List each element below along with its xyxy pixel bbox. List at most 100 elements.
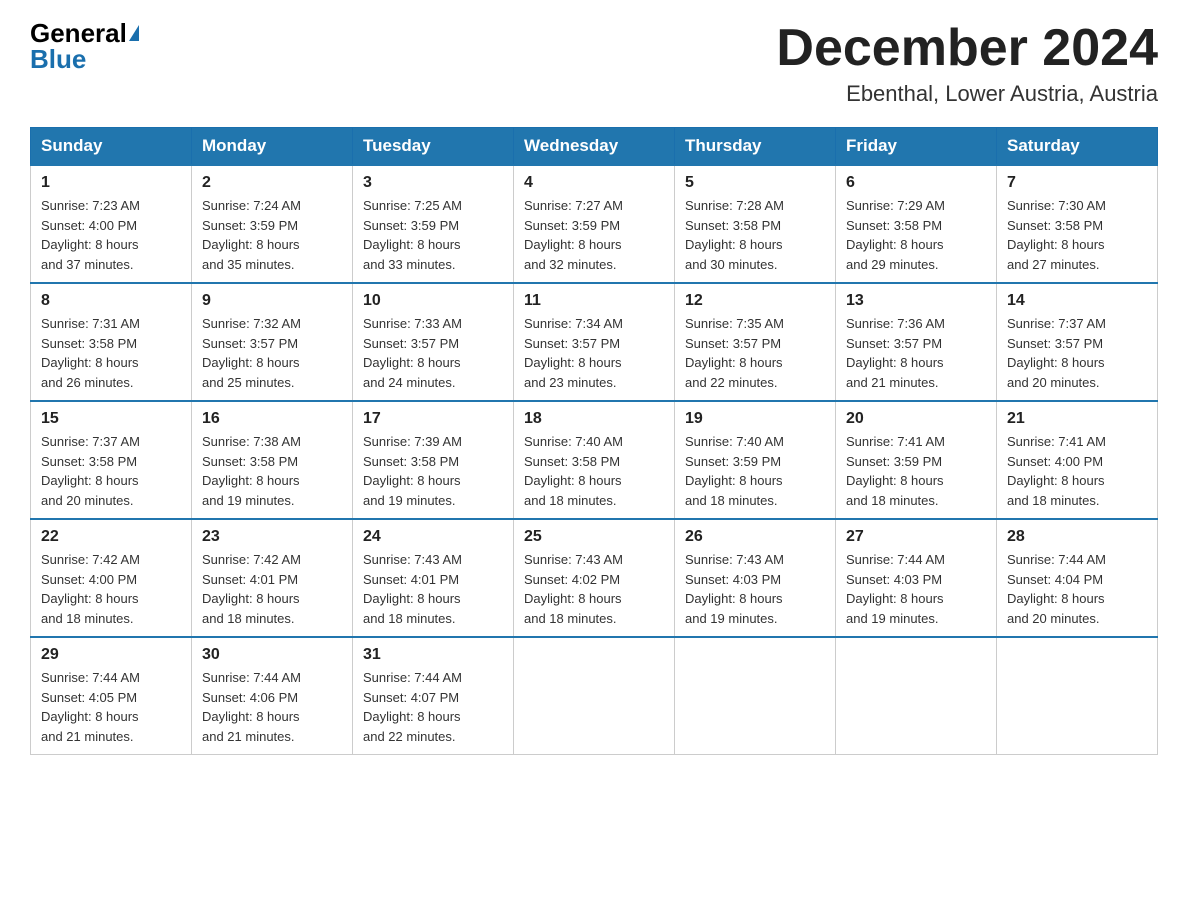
day-info: Sunrise: 7:35 AMSunset: 3:57 PMDaylight:… [685,314,825,392]
calendar-cell: 16 Sunrise: 7:38 AMSunset: 3:58 PMDayligh… [192,401,353,519]
week-row-2: 8 Sunrise: 7:31 AMSunset: 3:58 PMDaylight… [31,283,1158,401]
title-block: December 2024 Ebenthal, Lower Austria, A… [776,20,1158,107]
calendar-cell: 13 Sunrise: 7:36 AMSunset: 3:57 PMDayligh… [836,283,997,401]
day-number: 16 [202,410,342,428]
calendar-cell: 7 Sunrise: 7:30 AMSunset: 3:58 PMDaylight… [997,165,1158,283]
day-info: Sunrise: 7:44 AMSunset: 4:03 PMDaylight:… [846,550,986,628]
calendar-cell: 26Sunrise: 7:43 AMSunset: 4:03 PMDayligh… [675,519,836,637]
day-number: 13 [846,292,986,310]
calendar-header-friday: Friday [836,128,997,166]
day-info: Sunrise: 7:40 AMSunset: 3:58 PMDaylight:… [524,432,664,510]
day-number: 14 [1007,292,1147,310]
day-info: Sunrise: 7:41 AMSunset: 3:59 PMDaylight:… [846,432,986,510]
calendar-header-monday: Monday [192,128,353,166]
day-info: Sunrise: 7:36 AMSunset: 3:57 PMDaylight:… [846,314,986,392]
day-info: Sunrise: 7:44 AMSunset: 4:07 PMDaylight:… [363,668,503,746]
day-number: 8 [41,292,181,310]
calendar-cell: 25 Sunrise: 7:43 AMSunset: 4:02 PMDayligh… [514,519,675,637]
day-number: 27 [846,528,986,546]
logo-blue-text: Blue [30,46,86,72]
calendar-cell: 2Sunrise: 7:24 AMSunset: 3:59 PMDaylight… [192,165,353,283]
calendar-cell: 10 Sunrise: 7:33 AMSunset: 3:57 PMDayligh… [353,283,514,401]
week-row-4: 22Sunrise: 7:42 AMSunset: 4:00 PMDayligh… [31,519,1158,637]
day-info: Sunrise: 7:30 AMSunset: 3:58 PMDaylight:… [1007,196,1147,274]
calendar-cell: 8 Sunrise: 7:31 AMSunset: 3:58 PMDaylight… [31,283,192,401]
day-info: Sunrise: 7:33 AMSunset: 3:57 PMDaylight:… [363,314,503,392]
day-info: Sunrise: 7:43 AMSunset: 4:02 PMDaylight:… [524,550,664,628]
calendar-cell [514,637,675,755]
day-info: Sunrise: 7:34 AMSunset: 3:57 PMDaylight:… [524,314,664,392]
day-number: 5 [685,174,825,192]
calendar-cell: 29 Sunrise: 7:44 AMSunset: 4:05 PMDayligh… [31,637,192,755]
day-info: Sunrise: 7:23 AMSunset: 4:00 PMDaylight:… [41,196,181,274]
calendar-cell: 15 Sunrise: 7:37 AMSunset: 3:58 PMDayligh… [31,401,192,519]
month-title: December 2024 [776,20,1158,77]
calendar-cell: 11 Sunrise: 7:34 AMSunset: 3:57 PMDayligh… [514,283,675,401]
day-info: Sunrise: 7:38 AMSunset: 3:58 PMDaylight:… [202,432,342,510]
week-row-1: 1 Sunrise: 7:23 AMSunset: 4:00 PMDaylight… [31,165,1158,283]
day-number: 25 [524,528,664,546]
day-info: Sunrise: 7:28 AMSunset: 3:58 PMDaylight:… [685,196,825,274]
calendar-cell: 31 Sunrise: 7:44 AMSunset: 4:07 PMDayligh… [353,637,514,755]
calendar-header-wednesday: Wednesday [514,128,675,166]
day-number: 12 [685,292,825,310]
calendar-cell: 27 Sunrise: 7:44 AMSunset: 4:03 PMDayligh… [836,519,997,637]
day-info: Sunrise: 7:31 AMSunset: 3:58 PMDaylight:… [41,314,181,392]
day-number: 3 [363,174,503,192]
day-info: Sunrise: 7:27 AMSunset: 3:59 PMDaylight:… [524,196,664,274]
day-number: 20 [846,410,986,428]
day-number: 18 [524,410,664,428]
calendar-cell: 19 Sunrise: 7:40 AMSunset: 3:59 PMDayligh… [675,401,836,519]
day-number: 2 [202,174,342,192]
calendar-cell: 18 Sunrise: 7:40 AMSunset: 3:58 PMDayligh… [514,401,675,519]
day-number: 1 [41,174,181,192]
day-number: 21 [1007,410,1147,428]
calendar-cell: 21Sunrise: 7:41 AMSunset: 4:00 PMDayligh… [997,401,1158,519]
calendar-cell: 3Sunrise: 7:25 AMSunset: 3:59 PMDaylight… [353,165,514,283]
day-number: 15 [41,410,181,428]
day-number: 23 [202,528,342,546]
day-number: 31 [363,646,503,664]
day-number: 19 [685,410,825,428]
calendar-cell [836,637,997,755]
logo-triangle-icon [129,25,139,41]
location-text: Ebenthal, Lower Austria, Austria [776,81,1158,107]
calendar-cell: 5 Sunrise: 7:28 AMSunset: 3:58 PMDaylight… [675,165,836,283]
day-info: Sunrise: 7:44 AMSunset: 4:06 PMDaylight:… [202,668,342,746]
day-info: Sunrise: 7:37 AMSunset: 3:58 PMDaylight:… [41,432,181,510]
day-number: 6 [846,174,986,192]
day-number: 9 [202,292,342,310]
calendar-cell: 24Sunrise: 7:43 AMSunset: 4:01 PMDayligh… [353,519,514,637]
day-info: Sunrise: 7:32 AMSunset: 3:57 PMDaylight:… [202,314,342,392]
calendar-cell: 6 Sunrise: 7:29 AMSunset: 3:58 PMDaylight… [836,165,997,283]
calendar-cell: 23Sunrise: 7:42 AMSunset: 4:01 PMDayligh… [192,519,353,637]
day-number: 29 [41,646,181,664]
calendar-cell: 28Sunrise: 7:44 AMSunset: 4:04 PMDayligh… [997,519,1158,637]
day-number: 4 [524,174,664,192]
day-info: Sunrise: 7:39 AMSunset: 3:58 PMDaylight:… [363,432,503,510]
calendar-header-tuesday: Tuesday [353,128,514,166]
day-number: 30 [202,646,342,664]
calendar-cell: 30 Sunrise: 7:44 AMSunset: 4:06 PMDayligh… [192,637,353,755]
calendar-table: SundayMondayTuesdayWednesdayThursdayFrid… [30,127,1158,755]
calendar-cell: 1 Sunrise: 7:23 AMSunset: 4:00 PMDaylight… [31,165,192,283]
calendar-cell: 12 Sunrise: 7:35 AMSunset: 3:57 PMDayligh… [675,283,836,401]
logo: General Blue [30,20,139,72]
day-number: 11 [524,292,664,310]
day-info: Sunrise: 7:44 AMSunset: 4:05 PMDaylight:… [41,668,181,746]
calendar-header-row: SundayMondayTuesdayWednesdayThursdayFrid… [31,128,1158,166]
calendar-cell: 17Sunrise: 7:39 AMSunset: 3:58 PMDayligh… [353,401,514,519]
day-info: Sunrise: 7:43 AMSunset: 4:03 PMDaylight:… [685,550,825,628]
day-info: Sunrise: 7:43 AMSunset: 4:01 PMDaylight:… [363,550,503,628]
day-number: 7 [1007,174,1147,192]
logo-general-text: General [30,20,127,46]
day-info: Sunrise: 7:37 AMSunset: 3:57 PMDaylight:… [1007,314,1147,392]
day-number: 10 [363,292,503,310]
calendar-header-saturday: Saturday [997,128,1158,166]
day-number: 22 [41,528,181,546]
day-info: Sunrise: 7:29 AMSunset: 3:58 PMDaylight:… [846,196,986,274]
calendar-cell [997,637,1158,755]
week-row-5: 29 Sunrise: 7:44 AMSunset: 4:05 PMDayligh… [31,637,1158,755]
calendar-cell [675,637,836,755]
day-info: Sunrise: 7:40 AMSunset: 3:59 PMDaylight:… [685,432,825,510]
